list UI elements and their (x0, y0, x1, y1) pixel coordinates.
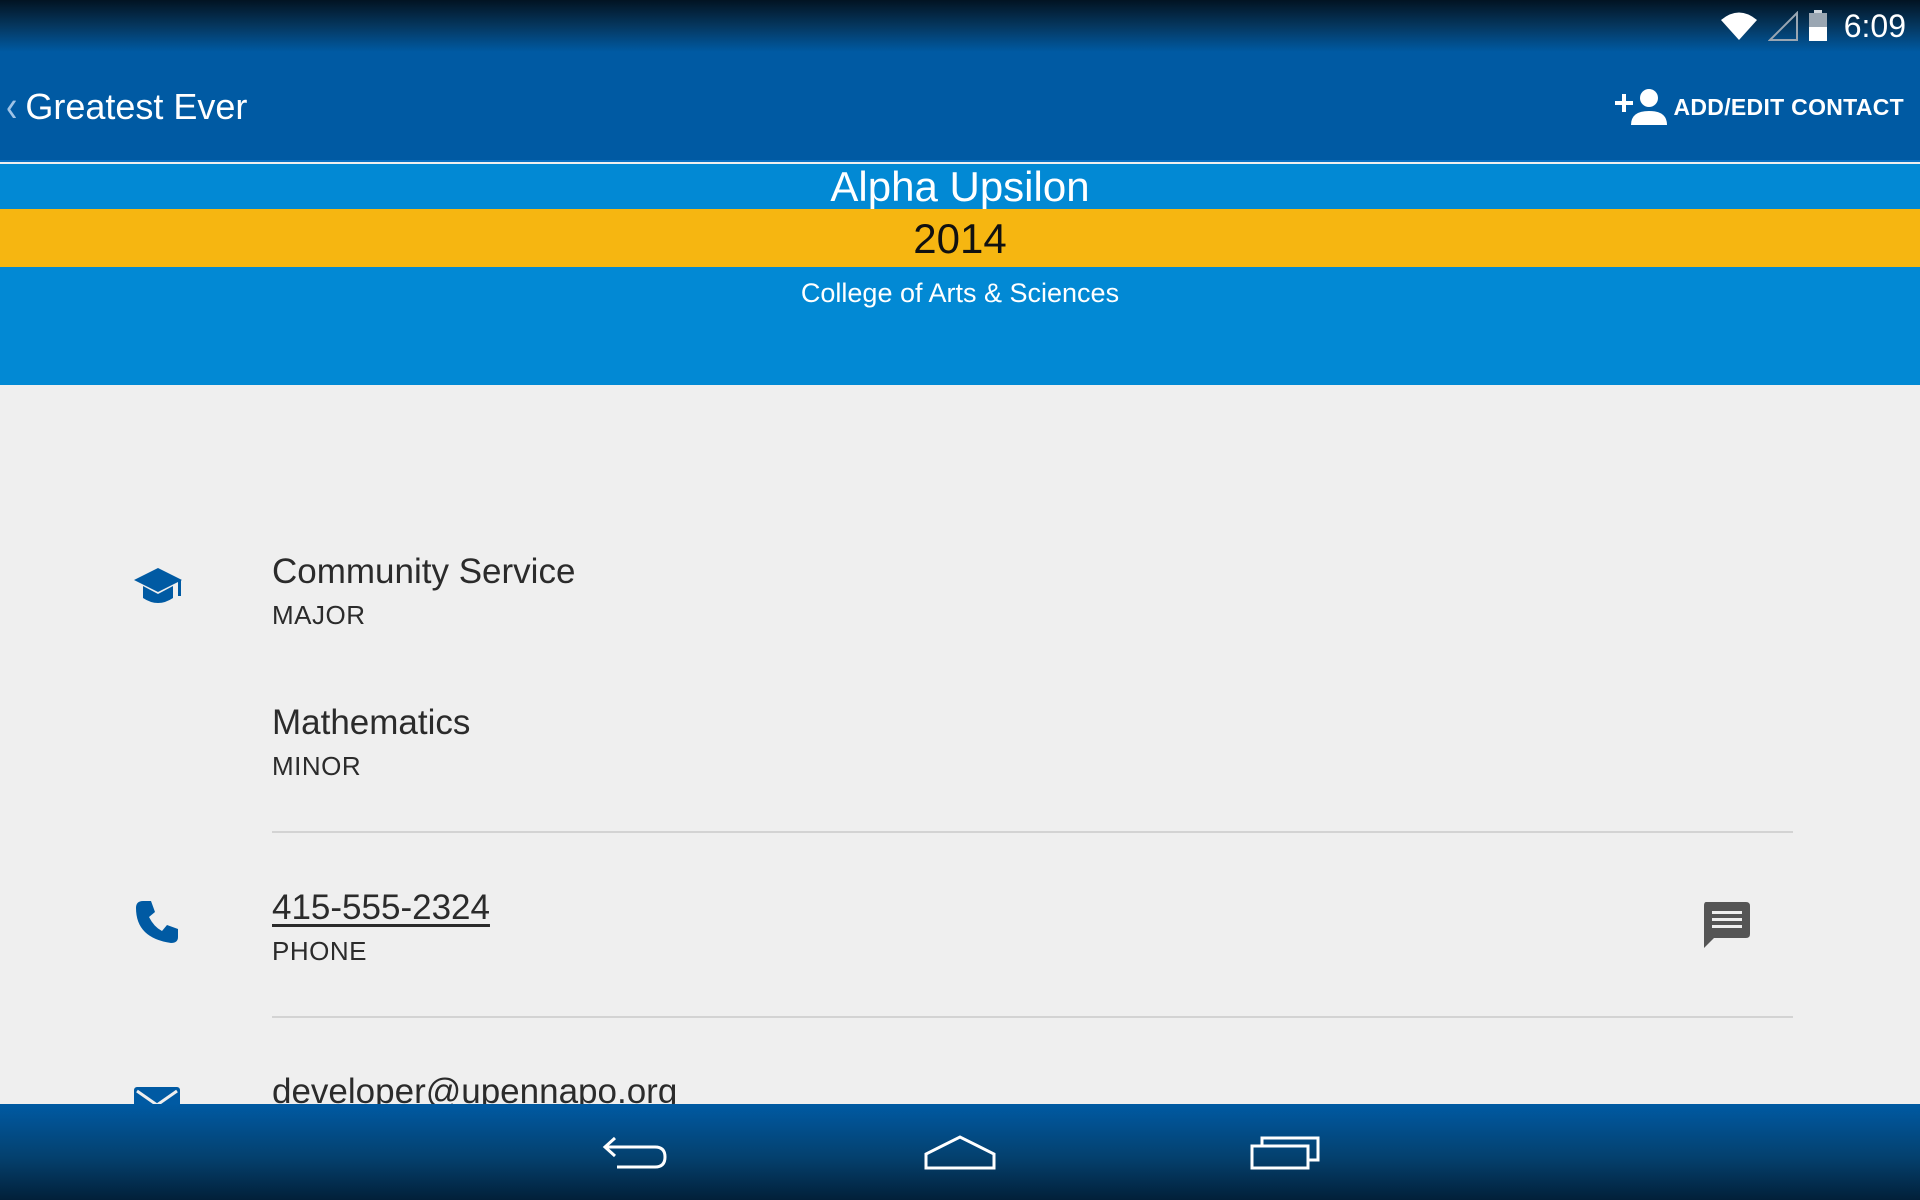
status-time: 6:09 (1843, 7, 1906, 44)
action-bar-title: Greatest Ever (25, 86, 248, 127)
organization-name: Alpha Upsilon (830, 163, 1090, 210)
class-year: 2014 (0, 209, 1920, 267)
battery-icon (1808, 10, 1827, 41)
divider (272, 1016, 1793, 1018)
major-value: Community Service (272, 552, 576, 591)
phone-row: 415-555-2324 PHONE (0, 884, 1920, 974)
action-bar: ‹ Greatest Ever ADD/EDIT CONTACT (0, 52, 1920, 162)
college-name: College of Arts & Sciences (800, 278, 1120, 308)
email-row: developer@upennapo.org (0, 1068, 1920, 1104)
back-icon (602, 1136, 667, 1169)
home-icon (924, 1135, 996, 1170)
major-row: Community Service MAJOR (0, 548, 1920, 638)
nav-home-button[interactable] (910, 1104, 1010, 1200)
divider (272, 831, 1793, 833)
recent-apps-icon (1250, 1136, 1320, 1170)
status-icons: 6:09 (1720, 0, 1906, 52)
major-label: MAJOR (272, 600, 366, 630)
up-navigation-button[interactable]: ‹ Greatest Ever (6, 52, 247, 162)
minor-row: Mathematics MINOR (0, 699, 1920, 789)
wifi-icon (1720, 12, 1757, 40)
graduation-cap-icon (134, 568, 182, 603)
email-value[interactable]: developer@upennapo.org (272, 1072, 677, 1104)
status-bar: 6:09 (0, 0, 1920, 52)
minor-label: MINOR (272, 751, 362, 781)
profile-header: Alpha Upsilon 2014 College of Arts & Sci… (0, 164, 1920, 385)
add-edit-contact-button[interactable]: ADD/EDIT CONTACT (1615, 52, 1904, 162)
minor-value: Mathematics (272, 703, 471, 742)
phone-icon (136, 901, 178, 943)
phone-number-link[interactable]: 415-555-2324 (272, 888, 490, 928)
phone-label: PHONE (272, 936, 367, 966)
add-person-icon (1615, 89, 1668, 125)
nav-back-button[interactable] (585, 1104, 685, 1200)
add-edit-contact-label: ADD/EDIT CONTACT (1673, 93, 1904, 120)
message-icon[interactable] (1700, 900, 1752, 950)
signal-icon (1767, 11, 1798, 41)
chevron-left-icon: ‹ (6, 81, 18, 132)
nav-recent-apps-button[interactable] (1235, 1104, 1335, 1200)
system-navigation-bar (0, 1104, 1920, 1200)
email-icon (134, 1087, 180, 1104)
